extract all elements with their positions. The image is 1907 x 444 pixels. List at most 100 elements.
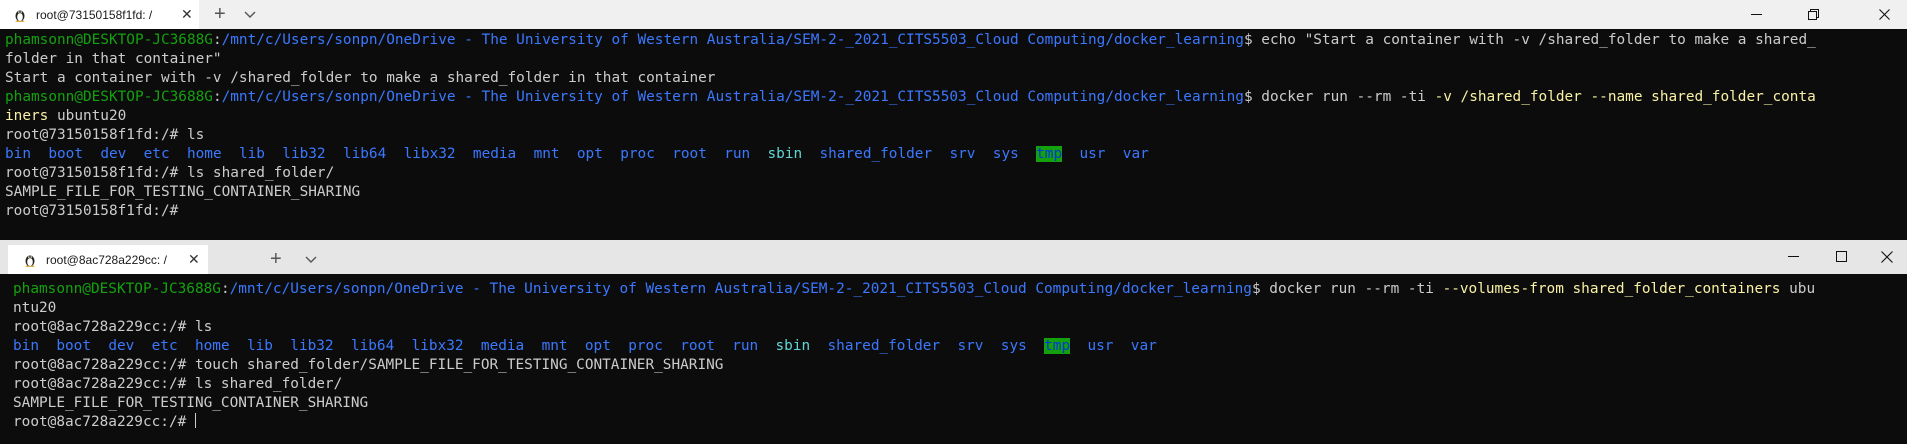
terminal-text: : bbox=[212, 32, 222, 48]
terminal-text: root bbox=[680, 338, 715, 354]
terminal-text: mnt bbox=[541, 338, 568, 354]
terminal-text: home bbox=[194, 338, 230, 354]
terminal-text: $ docker run --rm -ti bbox=[1251, 281, 1443, 297]
minimize-icon[interactable] bbox=[1733, 0, 1779, 29]
terminal-text: phamsonn@DESKTOP-JC3688G bbox=[5, 32, 213, 48]
restore-icon[interactable] bbox=[1790, 0, 1836, 29]
tab-root-8ac728a229cc[interactable]: root@8ac728a229cc: / ✕ bbox=[8, 245, 208, 274]
chevron-down-icon[interactable] bbox=[244, 0, 256, 29]
minimize-icon[interactable] bbox=[1770, 242, 1816, 271]
terminal-text: opt bbox=[584, 338, 611, 354]
plus-icon[interactable]: + bbox=[214, 0, 226, 29]
terminal-line: root@8ac728a229cc:/# touch shared_folder… bbox=[13, 356, 1907, 375]
terminal-text: tmp bbox=[1044, 338, 1071, 354]
terminal-line: SAMPLE_FILE_FOR_TESTING_CONTAINER_SHARIN… bbox=[13, 394, 1907, 413]
terminal-text: mnt bbox=[533, 146, 560, 162]
terminal-line: phamsonn@DESKTOP-JC3688G:/mnt/c/Users/so… bbox=[13, 280, 1907, 299]
terminal-text: --volumes-from shared_folder_containers bbox=[1442, 281, 1781, 297]
terminal-text: usr bbox=[1079, 146, 1106, 162]
terminal-line: root@8ac728a229cc:/# bbox=[13, 413, 1907, 432]
terminal-line: bin boot dev etc home lib lib32 lib64 li… bbox=[13, 337, 1907, 356]
terminal-text: bin bbox=[5, 146, 31, 162]
terminal-text: root@8ac728a229cc:/# ls bbox=[13, 319, 213, 335]
terminal-text: usr bbox=[1087, 338, 1114, 354]
terminal-line: root@73150158f1fd:/# bbox=[5, 202, 1907, 221]
terminal-text: root bbox=[672, 146, 707, 162]
terminal-text: Start a container with -v /shared_folder… bbox=[5, 70, 716, 86]
terminal-text: shared_folder bbox=[819, 146, 933, 162]
tab-title: root@8ac728a229cc: / bbox=[46, 252, 167, 267]
window-close-icon[interactable] bbox=[1861, 0, 1907, 29]
terminal-text: $ docker run --rm -ti bbox=[1243, 89, 1435, 105]
window-close-icon[interactable] bbox=[1864, 242, 1907, 271]
close-icon[interactable]: ✕ bbox=[188, 251, 200, 268]
terminal-output[interactable]: phamsonn@DESKTOP-JC3688G:/mnt/c/Users/so… bbox=[0, 31, 1907, 240]
terminal-line: ntu20 bbox=[13, 299, 1907, 318]
maximize-icon[interactable] bbox=[1818, 242, 1864, 271]
terminal-text: srv bbox=[957, 338, 984, 354]
tab-bar: root@8ac728a229cc: / ✕ + bbox=[0, 240, 1907, 274]
terminal-text: run bbox=[724, 146, 751, 162]
terminal-text: sys bbox=[1000, 338, 1027, 354]
terminal-text: SAMPLE_FILE_FOR_TESTING_CONTAINER_SHARIN… bbox=[5, 184, 361, 200]
close-icon[interactable]: ✕ bbox=[181, 6, 193, 23]
terminal-text: lib64 bbox=[350, 338, 395, 354]
terminal-text: sys bbox=[992, 146, 1019, 162]
terminal-line: bin boot dev etc home lib lib32 lib64 li… bbox=[5, 145, 1907, 164]
terminal-text: dev bbox=[108, 338, 135, 354]
terminal-text: run bbox=[732, 338, 759, 354]
terminal-text: ntu20 bbox=[13, 300, 57, 316]
tux-linux-icon bbox=[15, 10, 25, 22]
terminal-text: srv bbox=[949, 146, 976, 162]
terminal-text: root@8ac728a229cc:/# touch shared_folder… bbox=[13, 357, 724, 373]
terminal-text: -v /shared_folder --name shared_folder_c… bbox=[1434, 89, 1816, 105]
terminal-text: boot bbox=[56, 338, 91, 354]
terminal-line: folder in that container" bbox=[5, 50, 1907, 69]
tab-root-73150158f1fd[interactable]: root@73150158f1fd: / ✕ bbox=[0, 0, 199, 29]
chevron-down-icon[interactable] bbox=[305, 245, 317, 274]
terminal-text: proc bbox=[620, 146, 655, 162]
terminal-text: var bbox=[1130, 338, 1157, 354]
terminal-line: iners ubuntu20 bbox=[5, 107, 1907, 126]
terminal-text: $ echo "Start a container with -v /share… bbox=[1243, 32, 1816, 48]
terminal-text: libx32 bbox=[403, 146, 456, 162]
terminal-text: media bbox=[480, 338, 525, 354]
tab-bar: root@73150158f1fd: / ✕ + bbox=[0, 0, 1907, 29]
terminal-line: phamsonn@DESKTOP-JC3688G:/mnt/c/Users/so… bbox=[5, 88, 1907, 107]
terminal-text: home bbox=[186, 146, 222, 162]
terminal-text: bin bbox=[13, 338, 39, 354]
terminal-text: root@8ac728a229cc:/# ls shared_folder/ bbox=[13, 376, 343, 392]
terminal-output[interactable]: phamsonn@DESKTOP-JC3688G:/mnt/c/Users/so… bbox=[0, 280, 1907, 444]
plus-icon[interactable]: + bbox=[270, 245, 282, 274]
terminal-text: lib64 bbox=[342, 146, 387, 162]
tux-linux-icon bbox=[25, 255, 35, 267]
terminal-text: lib bbox=[238, 146, 265, 162]
terminal-text: phamsonn@DESKTOP-JC3688G bbox=[13, 281, 221, 297]
terminal-text: tmp bbox=[1036, 146, 1063, 162]
